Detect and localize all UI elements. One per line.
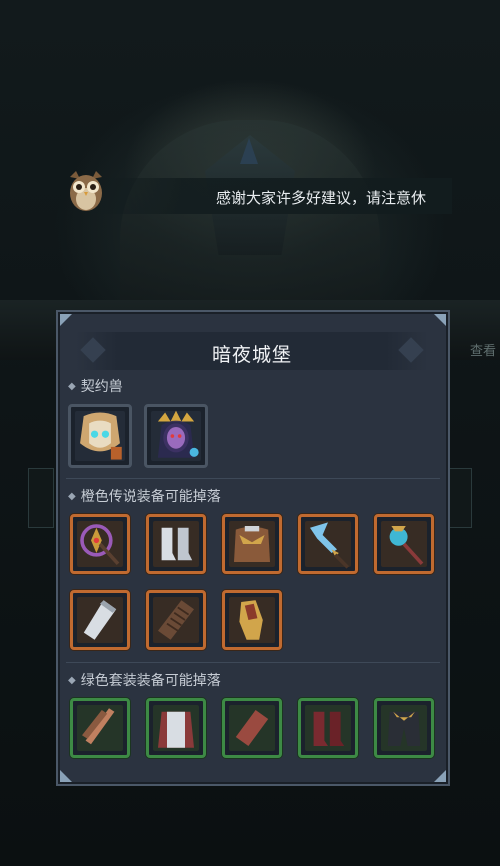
pet-slot-golden-mech[interactable] (68, 404, 132, 468)
purple-gold-spear-icon (80, 524, 120, 566)
purple-demon-queen-icon (157, 410, 199, 458)
corner-ornament (60, 314, 72, 326)
corner-ornament (60, 770, 72, 782)
pets-section-label: 契约兽 (68, 376, 123, 396)
brown-bracer-icon (158, 600, 194, 640)
orange-item-slot-3[interactable] (222, 514, 282, 574)
castle-drop-panel: 暗夜城堡 契约兽 橙色传说装备可能掉落 (56, 310, 450, 786)
golden-mech-beast-icon (80, 412, 122, 460)
gold-gauntlet-icon (239, 600, 263, 640)
red-boots-icon (313, 711, 345, 746)
orange-item-slot-4[interactable] (298, 514, 358, 574)
check-button-label: 查看 (469, 344, 496, 359)
blue-orb-staff-icon (389, 526, 424, 566)
dark-gold-pants-icon (387, 711, 421, 746)
orange-item-slot-7[interactable] (146, 590, 206, 650)
green-item-slot-5[interactable] (374, 698, 434, 758)
red-armor-robe-icon (158, 711, 194, 748)
white-bracer-icon (83, 600, 117, 640)
green-section-label: 绿色套装装备可能掉落 (68, 670, 221, 690)
orange-item-slot-6[interactable] (70, 590, 130, 650)
bronze-claw-icon (82, 708, 115, 745)
gold-belt-armor-icon (234, 526, 270, 562)
orange-item-slot-5[interactable] (374, 514, 434, 574)
green-item-slot-3[interactable] (222, 698, 282, 758)
panel-title: 暗夜城堡 (211, 344, 292, 366)
message-text: 感谢大家许多好建议，请注意休 (215, 189, 426, 207)
green-item-slot-1[interactable] (70, 698, 130, 758)
section-divider (66, 478, 440, 479)
orange-section-label: 橙色传说装备可能掉落 (68, 486, 221, 506)
pet-slot-demon-queen[interactable] (144, 404, 208, 468)
orange-item-slot-1[interactable] (70, 514, 130, 574)
corner-ornament (434, 770, 446, 782)
panel-title-bar: 暗夜城堡 (76, 332, 428, 370)
orange-item-slot-8[interactable] (222, 590, 282, 650)
leather-bracer-icon (235, 710, 269, 746)
white-boots-icon (161, 527, 193, 561)
section-divider (66, 662, 440, 663)
message-bar: 感谢大家许多好建议，请注意休 (92, 178, 452, 214)
left-nav-button (28, 468, 54, 528)
blue-crystal-blade-icon (310, 522, 350, 569)
green-item-slot-4[interactable] (298, 698, 358, 758)
owl-avatar-icon (62, 167, 110, 215)
orange-item-slot-2[interactable] (146, 514, 206, 574)
corner-ornament (434, 314, 446, 326)
green-item-slot-2[interactable] (146, 698, 206, 758)
